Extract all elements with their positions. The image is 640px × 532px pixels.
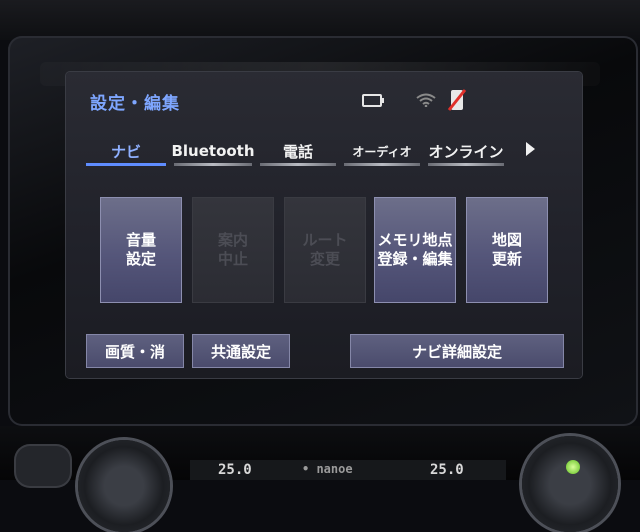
- tab-scroll-right-icon[interactable]: [526, 142, 535, 156]
- tab-phone[interactable]: 電話: [258, 136, 338, 166]
- memory-points-button[interactable]: メモリ地点 登録・編集: [374, 197, 456, 303]
- route-change-button[interactable]: ルート 変更: [284, 197, 366, 303]
- settings-screen: 設定・編集 ナビ Bluetooth 電話 オーディオ オンライン 音量 設定 …: [66, 72, 582, 378]
- phone-off-icon: [447, 89, 467, 111]
- seat-heater-button[interactable]: [16, 446, 70, 486]
- volume-settings-button[interactable]: 音量 設定: [100, 197, 182, 303]
- battery-icon: [362, 93, 384, 107]
- tab-bluetooth[interactable]: Bluetooth: [171, 136, 255, 166]
- right-temperature-knob[interactable]: [522, 436, 618, 532]
- indicator-led-icon: [566, 460, 580, 474]
- navi-detail-settings-button[interactable]: ナビ詳細設定: [350, 334, 564, 368]
- left-temperature-knob[interactable]: [78, 440, 170, 532]
- dashboard-top: [0, 0, 640, 40]
- page-title: 設定・編集: [90, 94, 180, 114]
- wifi-icon: [416, 93, 436, 107]
- tab-audio[interactable]: オーディオ: [342, 136, 422, 166]
- tab-bar: ナビ Bluetooth 電話 オーディオ オンライン: [84, 136, 510, 166]
- map-update-button[interactable]: 地図 更新: [466, 197, 548, 303]
- nanoe-indicator: • nanoe: [302, 462, 353, 476]
- guidance-stop-button[interactable]: 案内 中止: [192, 197, 274, 303]
- tab-online[interactable]: オンライン: [426, 136, 506, 166]
- screen-off-button[interactable]: 画質・消: [86, 334, 184, 368]
- common-settings-button[interactable]: 共通設定: [192, 334, 290, 368]
- status-bar: [362, 88, 468, 112]
- right-temperature: 25.0: [430, 462, 464, 478]
- left-temperature: 25.0: [218, 462, 252, 478]
- tab-navi[interactable]: ナビ: [84, 136, 168, 166]
- climate-display: 25.0 • nanoe 25.0: [190, 460, 506, 480]
